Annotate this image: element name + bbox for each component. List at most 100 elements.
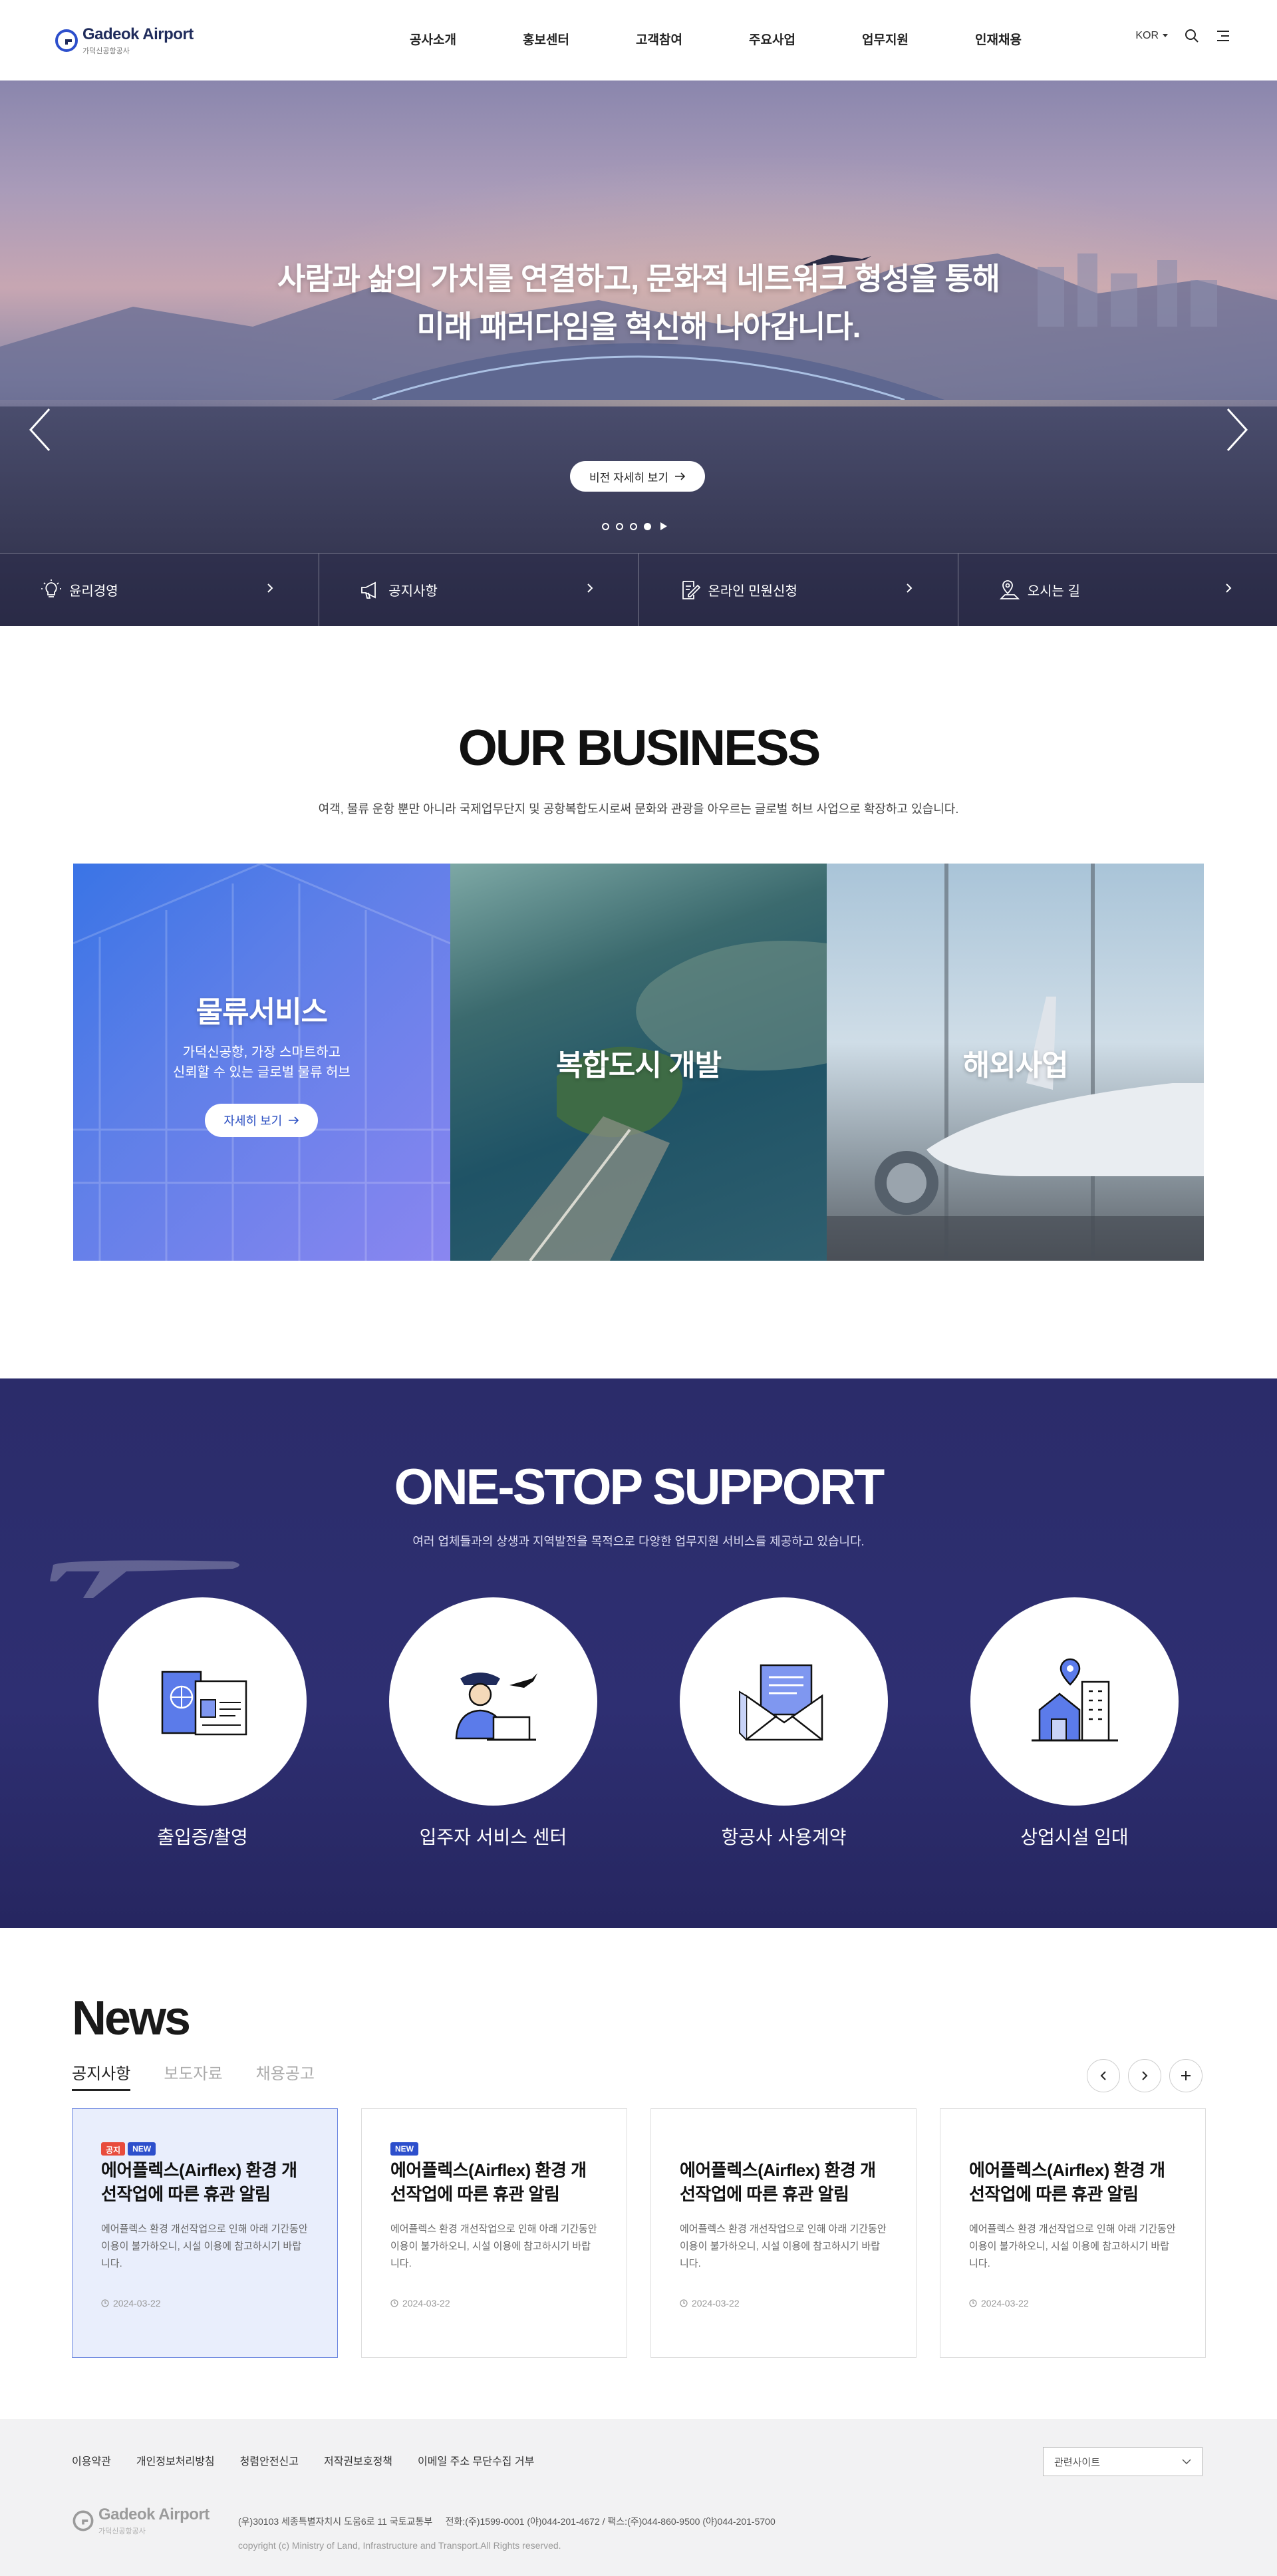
business-card-logistics[interactable]: 물류서비스 가덕신공항, 가장 스마트하고 신뢰할 수 있는 글로벌 물류 허브… xyxy=(73,864,450,1261)
language-selector[interactable]: KOR xyxy=(1135,30,1168,42)
news-more-button[interactable] xyxy=(1169,2059,1203,2092)
news-card-title: 에어플렉스(Airflex) 환경 개선작업에 따른 휴관 알림 xyxy=(101,2160,297,2204)
tab-recruit[interactable]: 채용공고 xyxy=(256,2060,315,2091)
business-card-overseas[interactable]: 해외사업 xyxy=(827,864,1205,1261)
caret-down-icon xyxy=(1163,34,1168,37)
slide-dot[interactable] xyxy=(630,522,637,530)
arrow-right-icon xyxy=(289,1116,299,1124)
building-location-icon xyxy=(1031,1658,1118,1741)
support-item-airline-contract[interactable]: 항공사 사용계약 xyxy=(680,1597,888,1850)
news-card-date-text: 2024-03-22 xyxy=(981,2298,1029,2309)
site-footer: 이용약관 개인정보처리방침 청렴안전신고 저작권보호정책 이메일 주소 무단수집… xyxy=(0,2419,1277,2576)
slide-dot[interactable] xyxy=(616,522,623,530)
news-card[interactable]: NEW 에어플렉스(Airflex) 환경 개선작업에 따른 휴관 알림 에어플… xyxy=(361,2108,627,2358)
chevron-down-icon xyxy=(1182,2459,1191,2464)
quick-link-ethics[interactable]: 윤리경영 xyxy=(0,554,320,626)
news-card-date-text: 2024-03-22 xyxy=(692,2298,740,2309)
business-card-desc: 가덕신공항, 가장 스마트하고 신뢰할 수 있는 글로벌 물류 허브 xyxy=(173,1043,351,1082)
news-card-date: 2024-03-22 xyxy=(101,2298,309,2309)
nav-about[interactable]: 공사소개 xyxy=(376,0,490,80)
nav-business[interactable]: 주요사업 xyxy=(716,0,829,80)
news-card-body: 에어플렉스 환경 개선작업으로 인해 아래 기간동안 이용이 불가하오니, 시설… xyxy=(101,2223,308,2269)
nav-customer[interactable]: 고객참여 xyxy=(603,0,716,80)
hero-banner: 사람과 삶의 가치를 연결하고, 문화적 네트워크 형성을 통해 미래 패러다임… xyxy=(0,80,1277,626)
footer-link-terms[interactable]: 이용약관 xyxy=(72,2452,111,2468)
related-sites-label: 관련사이트 xyxy=(1054,2456,1101,2468)
play-icon[interactable] xyxy=(660,522,667,530)
tab-press[interactable]: 보도자료 xyxy=(164,2060,222,2091)
news-card-title: 에어플렉스(Airflex) 환경 개선작업에 따른 휴관 알림 xyxy=(390,2160,587,2204)
logo-name: Gadeok Airport xyxy=(82,25,194,43)
support-item-pass[interactable]: 출입증/촬영 xyxy=(98,1597,307,1850)
news-card[interactable]: 에어플렉스(Airflex) 환경 개선작업에 따른 휴관 알림 에어플렉스 환… xyxy=(650,2108,917,2358)
menu-icon[interactable] xyxy=(1216,29,1230,43)
quick-link-directions[interactable]: 오시는 길 xyxy=(958,554,1277,626)
next-slide-arrow-icon[interactable] xyxy=(1224,406,1250,453)
tab-notice[interactable]: 공지사항 xyxy=(72,2060,131,2091)
news-section: News 공지사항 보도자료 채용공고 공지 NEW 에어플렉스(Airflex… xyxy=(0,1928,1277,2419)
support-icon-circle xyxy=(389,1597,597,1806)
footer-logo-sub: 가덕신공항공사 xyxy=(98,2527,146,2535)
support-item-tenant-service[interactable]: 입주자 서비스 센터 xyxy=(389,1597,597,1850)
footer-copyright: copyright (c) Ministry of Land, Infrastr… xyxy=(238,2540,561,2551)
support-item-label: 상업시설 임대 xyxy=(1020,1827,1129,1848)
prev-slide-arrow-icon[interactable] xyxy=(27,406,53,453)
chevron-right-icon xyxy=(907,583,913,593)
news-card-body: 에어플렉스 환경 개선작업으로 인해 아래 기간동안 이용이 불가하오니, 시설… xyxy=(969,2223,1176,2269)
vision-detail-button[interactable]: 비전 자세히 보기 xyxy=(570,461,705,492)
footer-link-integrity[interactable]: 청렴안전신고 xyxy=(240,2452,299,2468)
chevron-right-icon xyxy=(587,583,593,593)
support-section: ONE-STOP SUPPORT 여러 업체들과의 상생과 지역발전을 목적으로… xyxy=(0,1378,1277,1928)
nav-recruit[interactable]: 인재채용 xyxy=(942,0,1055,80)
notice-badge: 공지 xyxy=(101,2142,126,2156)
news-prev-button[interactable] xyxy=(1087,2059,1120,2092)
quick-link-notice[interactable]: 공지사항 xyxy=(319,554,639,626)
support-title: ONE-STOP SUPPORT xyxy=(394,1459,885,1516)
chevron-right-icon xyxy=(1142,2071,1148,2080)
hero-title: 사람과 삶의 가치를 연결하고, 문화적 네트워크 형성을 통해 미래 패러다임… xyxy=(0,255,1277,351)
map-pin-icon xyxy=(999,579,1020,599)
staff-laptop-icon xyxy=(455,1672,537,1740)
airplane-silhouette xyxy=(50,1560,239,1598)
arrow-right-icon xyxy=(674,472,686,480)
slide-dot[interactable] xyxy=(602,522,609,530)
site-header: Gadeok Airport 가덕신공항공사 공사소개 홍보센터 고객참여 주요… xyxy=(0,0,1277,80)
envelope-document-icon xyxy=(738,1664,823,1740)
clock-icon xyxy=(101,2299,109,2307)
support-item-label: 항공사 사용계약 xyxy=(721,1827,847,1848)
news-card-date: 2024-03-22 xyxy=(969,2298,1177,2309)
footer-link-copyright[interactable]: 저작권보호정책 xyxy=(324,2452,392,2468)
slide-dot-active[interactable] xyxy=(644,522,651,530)
hero-title-line1: 사람과 삶의 가치를 연결하고, 문화적 네트워크 형성을 통해 xyxy=(277,261,1000,296)
main-nav: 공사소개 홍보센터 고객참여 주요사업 업무지원 인재채용 xyxy=(376,0,1055,80)
search-icon[interactable] xyxy=(1184,28,1200,44)
news-card[interactable]: 에어플렉스(Airflex) 환경 개선작업에 따른 휴관 알림 에어플렉스 환… xyxy=(940,2108,1206,2358)
business-card-city-development[interactable]: 복합도시 개발 xyxy=(450,864,827,1261)
nav-pr-center[interactable]: 홍보센터 xyxy=(490,0,603,80)
support-item-commercial-lease[interactable]: 상업시설 임대 xyxy=(970,1597,1179,1850)
passport-card-icon xyxy=(161,1671,247,1735)
news-card[interactable]: 공지 NEW 에어플렉스(Airflex) 환경 개선작업에 따른 휴관 알림 … xyxy=(72,2108,338,2358)
business-section: OUR BUSINESS 여객, 물류 운항 뿐만 아니라 국제업무단지 및 공… xyxy=(0,626,1277,1378)
logo-mark-icon xyxy=(72,2510,94,2531)
quick-link-online-petition[interactable]: 온라인 민원신청 xyxy=(639,554,958,626)
business-card-desc-line1: 가덕신공항, 가장 스마트하고 xyxy=(182,1045,341,1060)
business-title: OUR BUSINESS xyxy=(458,720,821,776)
footer-link-email-refusal[interactable]: 이메일 주소 무단수집 거부 xyxy=(418,2452,534,2468)
nav-support[interactable]: 업무지원 xyxy=(829,0,942,80)
related-sites-select[interactable]: 관련사이트 xyxy=(1043,2447,1203,2476)
vision-detail-label: 비전 자세히 보기 xyxy=(589,471,668,484)
news-next-button[interactable] xyxy=(1128,2059,1161,2092)
logistics-detail-button[interactable]: 자세히 보기 xyxy=(205,1103,319,1137)
footer-logo-text: Gadeok Airport 가덕신공항공사 xyxy=(98,2505,210,2536)
news-controls xyxy=(1087,2059,1203,2092)
news-card-title: 에어플렉스(Airflex) 환경 개선작업에 따른 휴관 알림 xyxy=(680,2160,876,2204)
logo[interactable]: Gadeok Airport 가덕신공항공사 xyxy=(55,25,194,56)
logistics-detail-label: 자세히 보기 xyxy=(223,1114,283,1128)
news-badges xyxy=(680,2142,887,2156)
business-card-title: 해외사업 xyxy=(962,1048,1069,1082)
clock-icon xyxy=(390,2299,398,2307)
quick-link-label: 공지사항 xyxy=(388,584,438,599)
footer-link-privacy[interactable]: 개인정보처리방침 xyxy=(136,2452,215,2468)
news-card-date: 2024-03-22 xyxy=(680,2298,887,2309)
